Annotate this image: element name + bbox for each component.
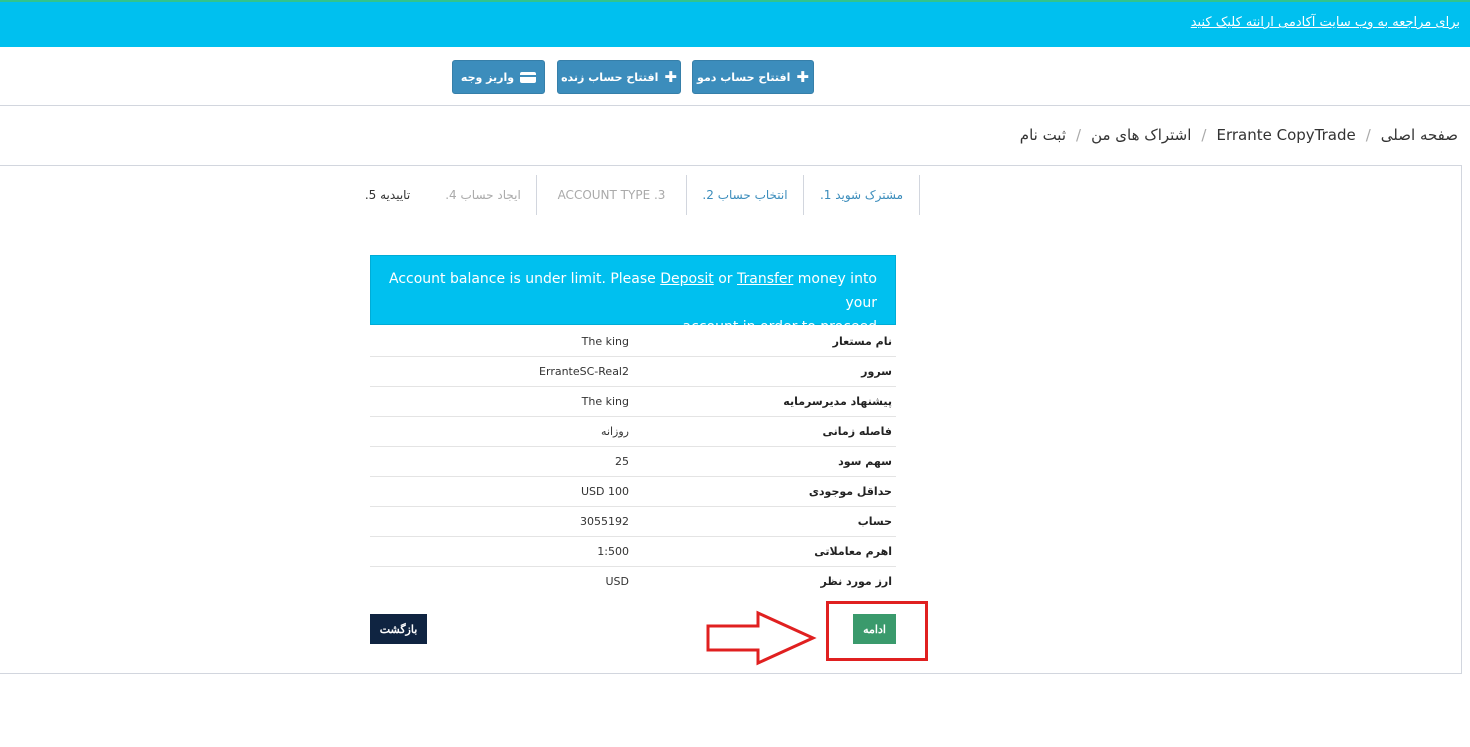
transfer-link[interactable]: Transfer — [737, 271, 793, 287]
detail-row: ارز مورد نظر USD — [370, 567, 896, 597]
detail-key: فاصله زمانی — [822, 425, 893, 438]
alert-text-or: or — [718, 271, 733, 287]
step-select-account[interactable]: انتخاب حساب 2. — [687, 175, 803, 215]
detail-key: اهرم معاملاتی — [814, 545, 892, 558]
breadcrumb-register: ثبت نام — [1019, 126, 1067, 144]
step-confirmation: تاییدیه 5. — [364, 188, 411, 202]
alert-line-1: Account balance is under limit. Please D… — [389, 267, 877, 315]
detail-value: 25 — [615, 455, 629, 468]
detail-key: سرور — [861, 365, 892, 378]
step-divider — [536, 175, 537, 215]
step-divider — [686, 175, 687, 215]
divider — [0, 105, 1470, 106]
step-divider — [919, 175, 920, 215]
detail-row: حداقل موجودی USD 100 — [370, 477, 896, 507]
subscription-details: نام مستعار The king سرور ErranteSC-Real2 پ… — [370, 327, 896, 597]
deposit-button[interactable]: واریز وجه — [452, 60, 545, 94]
breadcrumb-home[interactable]: صفحه اصلی — [1381, 126, 1458, 144]
step-create-account: ایجاد حساب 4. — [445, 188, 521, 202]
breadcrumb-my-subscriptions[interactable]: اشتراک های من — [1091, 126, 1191, 144]
open-live-account-button[interactable]: ✚ افتتاح حساب زنده — [557, 60, 681, 94]
detail-row: سهم سود 25 — [370, 447, 896, 477]
plus-icon: ✚ — [664, 67, 677, 86]
deposit-link[interactable]: Deposit — [660, 271, 714, 287]
deposit-button-label: واریز وجه — [460, 70, 515, 84]
highlight-box — [826, 601, 928, 661]
detail-key: حساب — [857, 515, 892, 528]
balance-alert: Account balance is under limit. Please D… — [370, 255, 896, 335]
plus-icon: ✚ — [796, 67, 809, 86]
detail-value: The king — [581, 335, 629, 348]
detail-value: 1:500 — [597, 545, 629, 558]
detail-key: حداقل موجودی — [808, 485, 892, 498]
alert-text-before: Account balance is under limit. Please — [389, 271, 656, 287]
academy-link[interactable]: برای مراجعه به وب سایت آکادمی ارانته کلی… — [1191, 15, 1460, 30]
detail-row: سرور ErranteSC-Real2 — [370, 357, 896, 387]
detail-value: روزانه — [601, 425, 629, 438]
step-subscribe[interactable]: مشترک شوید 1. — [804, 175, 919, 215]
credit-card-icon — [520, 71, 537, 83]
detail-row: نام مستعار The king — [370, 327, 896, 357]
detail-key: نام مستعار — [832, 335, 892, 348]
detail-row: اهرم معاملاتی 1:500 — [370, 537, 896, 567]
breadcrumb: صفحه اصلی / Errante CopyTrade / اشتراک های م… — [1020, 126, 1458, 144]
detail-row: حساب 3055192 — [370, 507, 896, 537]
detail-key: ارز مورد نظر — [820, 575, 892, 588]
open-demo-account-label: افتتاح حساب دمو — [697, 70, 791, 84]
detail-value: USD 100 — [581, 485, 629, 498]
detail-value: 3055192 — [580, 515, 629, 528]
detail-value: ErranteSC-Real2 — [539, 365, 629, 378]
detail-value: USD — [605, 575, 629, 588]
detail-key: پیشنهاد مدیرسرمایه — [783, 395, 892, 408]
back-button[interactable]: بازگشت — [370, 614, 427, 644]
step-divider — [803, 175, 804, 215]
breadcrumb-separator: / — [1076, 126, 1082, 144]
pointer-arrow-icon — [706, 610, 817, 666]
detail-value: The king — [581, 395, 629, 408]
top-banner: برای مراجعه به وب سایت آکادمی ارانته کلی… — [0, 0, 1470, 47]
open-demo-account-button[interactable]: ✚ افتتاح حساب دمو — [692, 60, 814, 94]
alert-text-after: money into your — [797, 271, 877, 311]
detail-row: پیشنهاد مدیرسرمایه The king — [370, 387, 896, 417]
breadcrumb-separator: / — [1365, 126, 1371, 144]
open-live-account-label: افتتاح حساب زنده — [561, 70, 659, 84]
step-account-type: ACCOUNT TYPE .3 — [557, 188, 666, 202]
detail-key: سهم سود — [838, 455, 892, 468]
breadcrumb-copytrade[interactable]: Errante CopyTrade — [1216, 126, 1355, 144]
detail-row: فاصله زمانی روزانه — [370, 417, 896, 447]
breadcrumb-separator: / — [1201, 126, 1207, 144]
